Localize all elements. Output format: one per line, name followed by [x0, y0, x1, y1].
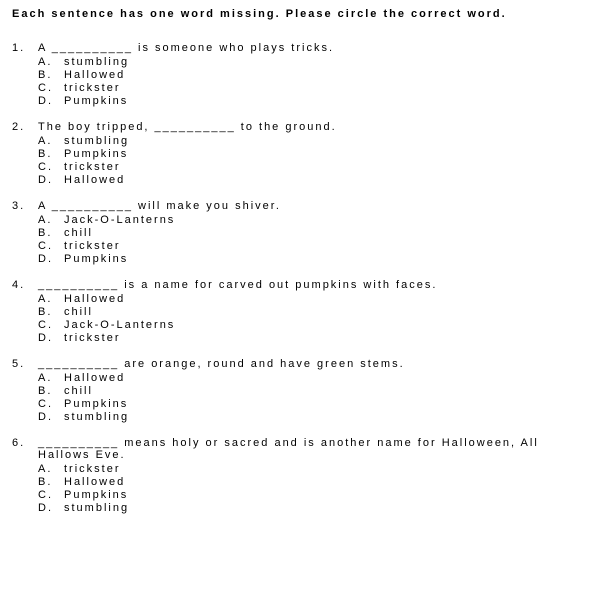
option-letter: C. — [38, 489, 64, 501]
option-text: Jack-O-Lanterns — [64, 214, 582, 226]
option-text: stumbling — [64, 502, 582, 514]
instructions-text: Each sentence has one word missing. Plea… — [12, 8, 582, 20]
option-letter: A. — [38, 463, 64, 475]
option-row[interactable]: A.Jack-O-Lanterns — [12, 214, 582, 226]
option-text: Hallowed — [64, 372, 582, 384]
option-row[interactable]: C.Jack-O-Lanterns — [12, 319, 582, 331]
option-row[interactable]: D.trickster — [12, 332, 582, 344]
question-number: 1. — [12, 42, 38, 54]
option-row[interactable]: A.Hallowed — [12, 372, 582, 384]
option-letter: C. — [38, 161, 64, 173]
option-text: Pumpkins — [64, 489, 582, 501]
question: 3.A __________ will make you shiver. A.Ja… — [12, 200, 582, 265]
option-text: trickster — [64, 161, 582, 173]
option-letter: B. — [38, 476, 64, 488]
question-stem: __________ are orange, round and have gr… — [38, 358, 582, 370]
option-row[interactable]: D.Pumpkins — [12, 95, 582, 107]
question-stem-row: 2.The boy tripped, __________ to the gro… — [12, 121, 582, 133]
question: 2.The boy tripped, __________ to the gro… — [12, 121, 582, 186]
option-letter: A. — [38, 372, 64, 384]
option-row[interactable]: C.trickster — [12, 161, 582, 173]
option-text: Hallowed — [64, 174, 582, 186]
option-row[interactable]: B.Pumpkins — [12, 148, 582, 160]
question-stem: A __________ will make you shiver. — [38, 200, 582, 212]
question-stem: The boy tripped, __________ to the groun… — [38, 121, 582, 133]
option-text: Hallowed — [64, 476, 582, 488]
option-text: Hallowed — [64, 293, 582, 305]
option-text: stumbling — [64, 56, 582, 68]
option-letter: D. — [38, 95, 64, 107]
option-row[interactable]: C.trickster — [12, 240, 582, 252]
option-letter: B. — [38, 69, 64, 81]
option-row[interactable]: C.Pumpkins — [12, 398, 582, 410]
option-row[interactable]: A.stumbling — [12, 135, 582, 147]
option-row[interactable]: B.Hallowed — [12, 476, 582, 488]
question-stem-row: 1.A __________ is someone who plays tric… — [12, 42, 582, 54]
option-letter: D. — [38, 332, 64, 344]
question-stem: __________ means holy or sacred and is a… — [38, 437, 582, 461]
option-letter: B. — [38, 306, 64, 318]
option-text: trickster — [64, 332, 582, 344]
question-number: 6. — [12, 437, 38, 449]
option-letter: D. — [38, 253, 64, 265]
question: 6. __________ means holy or sacred and i… — [12, 437, 582, 514]
option-row[interactable]: A.Hallowed — [12, 293, 582, 305]
option-row[interactable]: B.Hallowed — [12, 69, 582, 81]
option-text: Jack-O-Lanterns — [64, 319, 582, 331]
option-text: chill — [64, 227, 582, 239]
question-stem-row: 4. __________ is a name for carved out p… — [12, 279, 582, 291]
option-row[interactable]: A. stumbling — [12, 56, 582, 68]
question: 4. __________ is a name for carved out p… — [12, 279, 582, 344]
option-letter: A. — [38, 214, 64, 226]
option-text: stumbling — [64, 411, 582, 423]
option-text: chill — [64, 385, 582, 397]
option-text: trickster — [64, 463, 582, 475]
option-letter: C. — [38, 398, 64, 410]
option-row[interactable]: B.chill — [12, 385, 582, 397]
question-stem: A __________ is someone who plays tricks… — [38, 42, 582, 54]
option-text: Pumpkins — [64, 398, 582, 410]
option-row[interactable]: D.Pumpkins — [12, 253, 582, 265]
option-letter: A. — [38, 293, 64, 305]
question-stem-row: 3.A __________ will make you shiver. — [12, 200, 582, 212]
option-letter: C. — [38, 319, 64, 331]
question-number: 2. — [12, 121, 38, 133]
option-text: Hallowed — [64, 69, 582, 81]
option-text: Pumpkins — [64, 253, 582, 265]
option-text: trickster — [64, 240, 582, 252]
option-text: chill — [64, 306, 582, 318]
question-stem-row: 5. __________ are orange, round and have… — [12, 358, 582, 370]
option-letter: B. — [38, 227, 64, 239]
option-letter: C. — [38, 82, 64, 94]
option-row[interactable]: B.chill — [12, 227, 582, 239]
question-stem-row: 6. __________ means holy or sacred and i… — [12, 437, 582, 461]
option-letter: A. — [38, 135, 64, 147]
option-text: Pumpkins — [64, 95, 582, 107]
option-letter: D. — [38, 502, 64, 514]
question-number: 4. — [12, 279, 38, 291]
option-text: Pumpkins — [64, 148, 582, 160]
option-letter: B. — [38, 148, 64, 160]
option-row[interactable]: B.chill — [12, 306, 582, 318]
option-row[interactable]: A.trickster — [12, 463, 582, 475]
option-row[interactable]: C.trickster — [12, 82, 582, 94]
option-letter: B. — [38, 385, 64, 397]
option-letter: A. — [38, 56, 64, 68]
option-text: stumbling — [64, 135, 582, 147]
option-text: trickster — [64, 82, 582, 94]
question: 1.A __________ is someone who plays tric… — [12, 42, 582, 107]
option-letter: D. — [38, 411, 64, 423]
option-row[interactable]: D.stumbling — [12, 411, 582, 423]
option-row[interactable]: C.Pumpkins — [12, 489, 582, 501]
questions-container: 1.A __________ is someone who plays tric… — [12, 42, 582, 514]
question-stem: __________ is a name for carved out pump… — [38, 279, 582, 291]
question-number: 5. — [12, 358, 38, 370]
question-number: 3. — [12, 200, 38, 212]
question: 5. __________ are orange, round and have… — [12, 358, 582, 423]
option-row[interactable]: D.Hallowed — [12, 174, 582, 186]
option-letter: C. — [38, 240, 64, 252]
option-letter: D. — [38, 174, 64, 186]
option-row[interactable]: D.stumbling — [12, 502, 582, 514]
